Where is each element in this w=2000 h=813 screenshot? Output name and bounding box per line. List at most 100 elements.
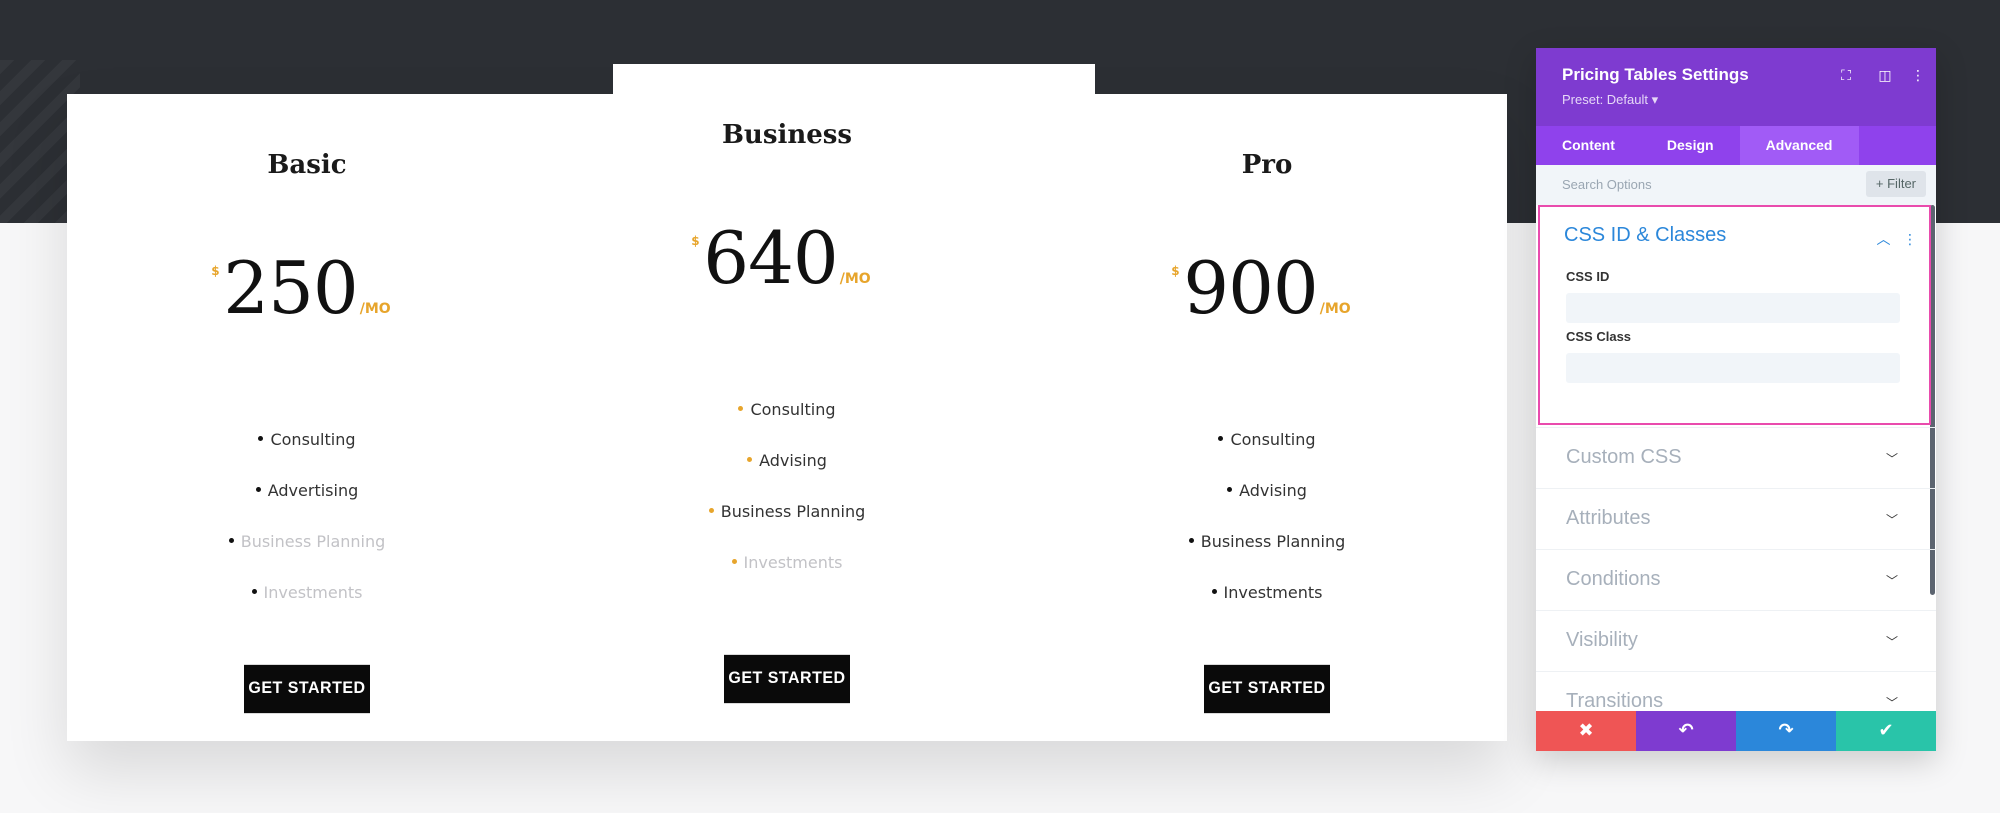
feature-label: Investments [263,583,363,602]
bullet-icon [251,589,257,594]
search-input[interactable]: Search Options [1562,177,1652,192]
section-label: Attributes [1566,507,1651,529]
css-id-field[interactable] [1566,293,1900,323]
css-class-label: CSS Class [1566,329,1632,344]
bullet-icon [228,538,234,543]
undo-icon: ↶ [1678,720,1694,741]
expand-icon[interactable]: ⛶ [1836,68,1856,84]
bullet-icon [731,559,737,564]
currency-symbol: $ [691,234,700,248]
redo-icon: ↷ [1778,720,1794,741]
feature-label: Business Planning [1200,532,1346,551]
tab-design[interactable]: Design [1641,126,1740,165]
panel-title: Pricing Tables Settings [1562,65,1749,84]
plus-icon: + [1875,176,1888,191]
list-item: Consulting [67,414,547,465]
get-started-button[interactable]: GET STARTED [724,654,850,704]
section-attributes[interactable]: Attributes ﹀ [1536,488,1936,549]
section-label: Transitions [1566,690,1664,712]
feature-label: Advising [759,451,827,470]
list-item: Business Planning [547,486,1027,537]
bullet-icon [258,436,264,441]
feature-label: Business Planning [240,532,386,551]
section-label: Visibility [1566,629,1638,651]
chevron-down-icon: ﹀ [1885,696,1898,710]
feature-label: Investments [743,553,843,572]
plan-title: Business [721,120,853,150]
chevron-up-icon[interactable]: ︿ [1877,232,1891,248]
list-item: Business Planning [67,516,547,567]
feature-list: Consulting Advising Business Planning In… [547,384,1027,588]
settings-panel: Pricing Tables Settings Preset: Default … [1536,48,1936,751]
list-item: Consulting [547,384,1027,435]
preset-dropdown[interactable]: Preset: Default ▾ [1562,92,1658,108]
get-started-button[interactable]: GET STARTED [244,664,370,714]
price: $900/MO [1027,252,1507,324]
list-item: Advising [1027,465,1507,516]
chevron-down-icon: ﹀ [1885,574,1898,588]
chevron-down-icon: ﹀ [1885,635,1898,649]
feature-list: Consulting Advertising Business Planning… [67,414,547,618]
feature-label: Consulting [1230,430,1316,449]
price: $640/MO [547,222,1027,294]
panel-header[interactable]: Pricing Tables Settings Preset: Default … [1536,48,1936,126]
pricing-table: Basic $250/MO Consulting Advertising Bus… [67,64,1507,741]
bullet-icon [1211,589,1217,594]
section-visibility[interactable]: Visibility ﹀ [1536,610,1936,671]
discard-button[interactable]: ✖ [1536,711,1636,751]
price-period: /MO [359,301,391,317]
check-icon: ✔ [1878,720,1894,741]
list-item: Investments [1027,567,1507,618]
list-item: Advertising [67,465,547,516]
featured-column-top [613,64,1095,96]
price-amount: 640 [703,216,838,300]
feature-label: Advertising [267,481,359,500]
price-amount: 250 [223,246,358,330]
list-item: Business Planning [1027,516,1507,567]
undo-button[interactable]: ↶ [1636,711,1736,751]
feature-label: Business Planning [720,502,866,521]
section-label: Conditions [1566,568,1661,590]
tab-advanced[interactable]: Advanced [1739,126,1859,165]
filter-label: Filter [1887,176,1916,191]
feature-label: Advising [1239,481,1307,500]
section-custom-css[interactable]: Custom CSS ﹀ [1536,427,1936,488]
feature-label: Consulting [270,430,356,449]
feature-label: Consulting [750,400,836,419]
bullet-icon [708,508,714,513]
list-item: Investments [67,567,547,618]
plan-title: Pro [1241,150,1293,180]
bullet-icon [1188,538,1194,543]
redo-button[interactable]: ↷ [1736,711,1836,751]
split-view-icon[interactable]: ◫ [1875,68,1895,84]
price-period: /MO [1319,301,1351,317]
more-vertical-icon[interactable]: ⋮ [1903,232,1917,248]
chevron-down-icon: ﹀ [1885,452,1898,466]
more-vertical-icon[interactable]: ⋮ [1908,68,1928,84]
price-amount: 900 [1183,246,1318,330]
price: $250/MO [67,252,547,324]
tab-content[interactable]: Content [1536,126,1641,165]
section-title[interactable]: CSS ID & Classes [1564,224,1726,247]
save-button[interactable]: ✔ [1836,711,1936,751]
list-item: Advising [547,435,1027,486]
list-item: Consulting [1027,414,1507,465]
section-controls: ︿ ⋮ [1877,229,1917,249]
css-id-label: CSS ID [1566,269,1610,284]
bullet-icon [255,487,261,492]
feature-list: Consulting Advising Business Planning In… [1027,414,1507,618]
bullet-icon [738,406,744,411]
get-started-button[interactable]: GET STARTED [1204,664,1330,714]
feature-label: Investments [1223,583,1323,602]
list-item: Investments [547,537,1027,588]
currency-symbol: $ [1171,264,1180,278]
panel-footer: ✖ ↶ ↷ ✔ [1536,711,1936,751]
currency-symbol: $ [211,264,220,278]
chevron-down-icon: ﹀ [1885,513,1898,527]
filter-button[interactable]: + Filter [1865,171,1926,197]
css-id-classes-section: CSS ID & Classes ︿ ⋮ CSS ID CSS Class [1538,205,1931,425]
section-conditions[interactable]: Conditions ﹀ [1536,549,1936,610]
price-period: /MO [839,271,871,287]
css-class-field[interactable] [1566,353,1900,383]
bullet-icon [1218,436,1224,441]
